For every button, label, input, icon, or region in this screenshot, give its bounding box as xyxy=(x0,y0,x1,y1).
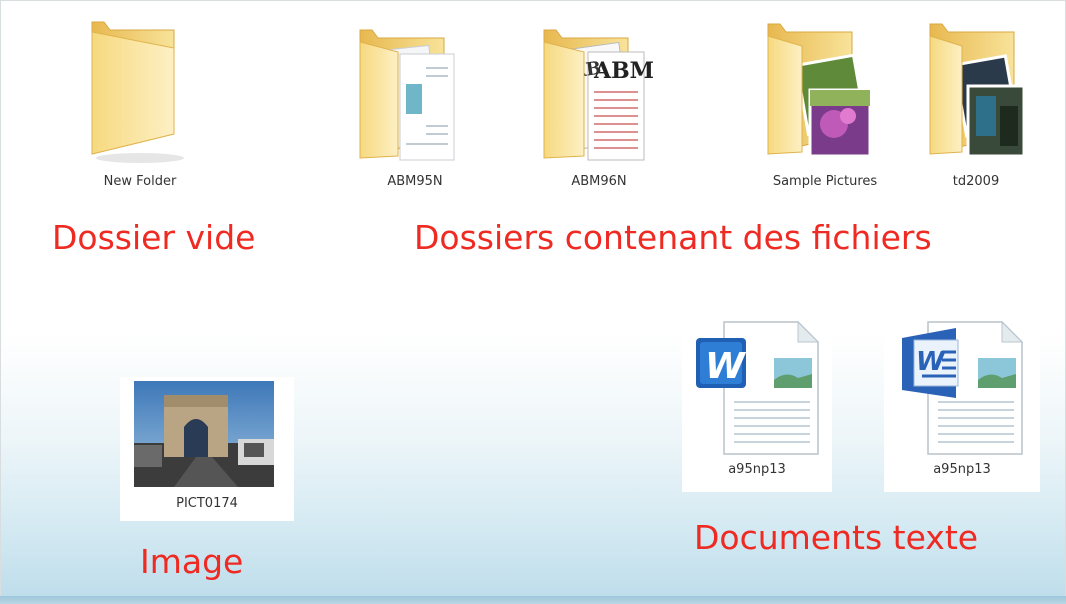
word-doc-icon: W xyxy=(696,320,820,455)
file-a95np13-docx[interactable]: W a95np13 xyxy=(884,316,1040,492)
file-label: a95np13 xyxy=(728,462,786,477)
folder-abm96n[interactable]: ABM AB ABM96N xyxy=(524,26,674,189)
folder-label: td2009 xyxy=(952,174,1000,189)
folder-icon xyxy=(767,23,872,158)
folder-label: New Folder xyxy=(103,174,177,189)
svg-text:W: W xyxy=(705,346,747,387)
heading-empty-folder: Dossier vide xyxy=(52,218,256,257)
folder-sample-pictures[interactable]: Sample Pictures xyxy=(750,20,900,189)
heading-folders-with-files: Dossiers contenant des fichiers xyxy=(414,218,932,257)
folder-icon xyxy=(91,21,184,163)
folder-icon: ABM AB xyxy=(543,29,654,161)
folder-label: Sample Pictures xyxy=(772,174,878,189)
folder-new-folder[interactable]: New Folder xyxy=(70,18,210,189)
file-a95np13-doc[interactable]: W a95np13 xyxy=(682,316,832,492)
word-docx-icon: W xyxy=(902,320,1024,455)
folder-label: ABM95N xyxy=(387,174,443,189)
file-pict0174[interactable]: PICT0174 xyxy=(120,377,294,521)
folder-icon xyxy=(359,29,455,161)
slide-bottom-bar xyxy=(0,596,1066,604)
heading-text-documents: Documents texte xyxy=(694,518,979,557)
svg-text:ABM: ABM xyxy=(593,58,654,84)
heading-image: Image xyxy=(140,542,244,581)
file-label: a95np13 xyxy=(933,462,991,477)
image-thumbnail xyxy=(134,381,274,487)
svg-text:W: W xyxy=(916,347,946,377)
folder-abm95n[interactable]: ABM95N xyxy=(340,26,490,189)
folder-icon xyxy=(929,23,1026,158)
folder-td2009[interactable]: td2009 xyxy=(916,20,1036,189)
file-label: PICT0174 xyxy=(176,496,238,511)
folder-label: ABM96N xyxy=(571,174,627,189)
